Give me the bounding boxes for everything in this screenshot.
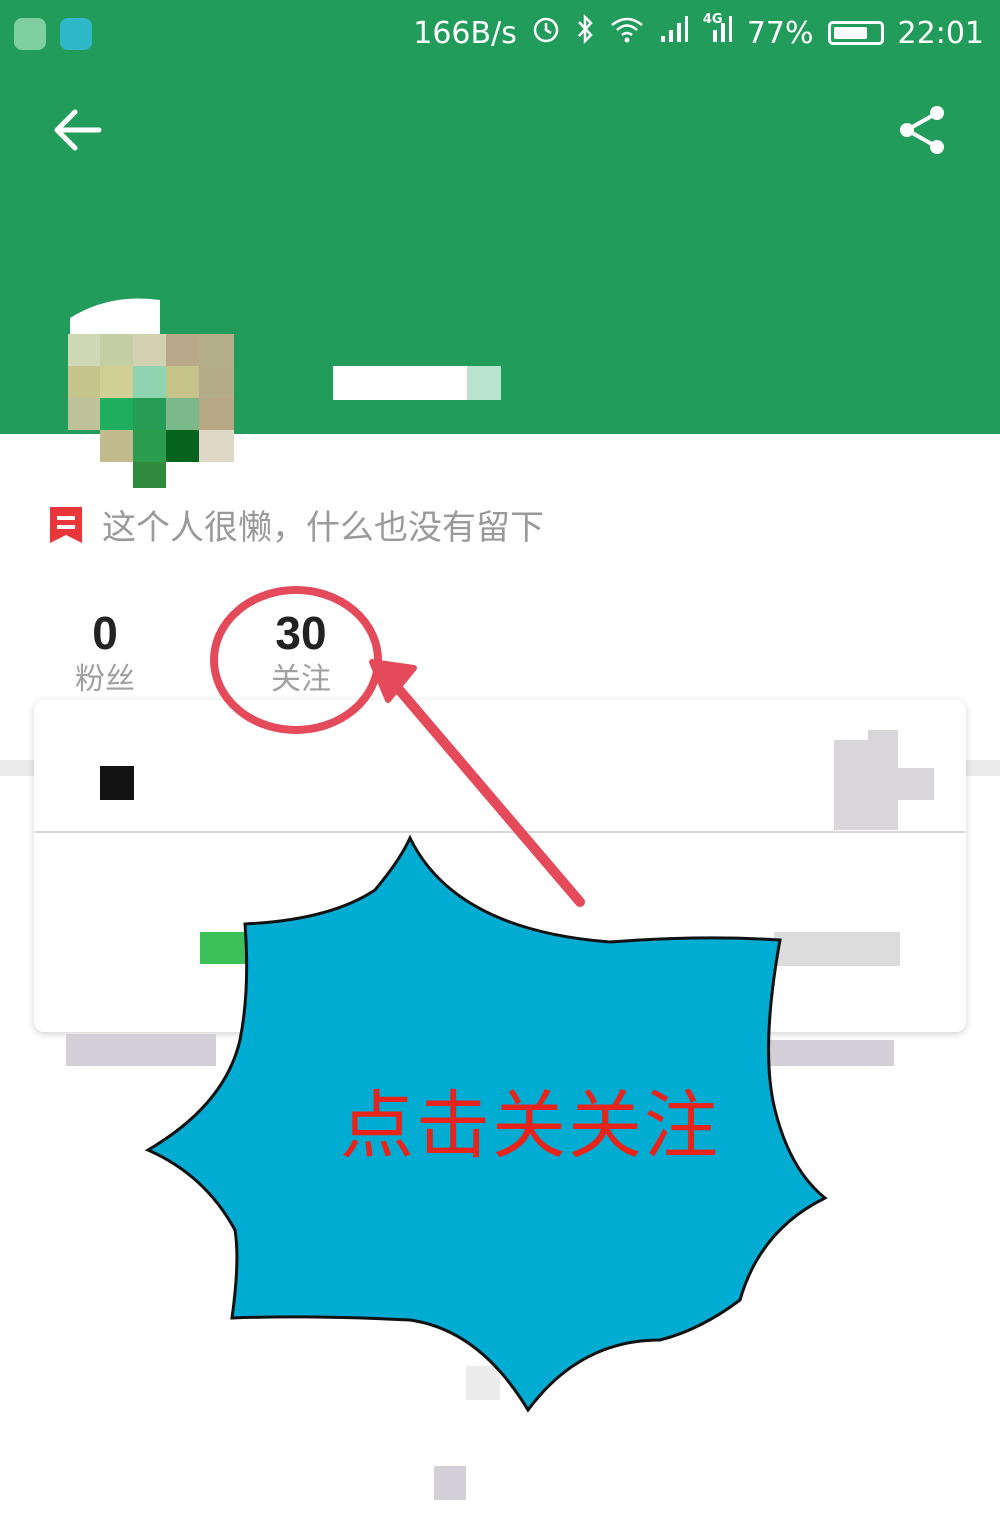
battery-icon (827, 21, 884, 45)
redacted-block (834, 740, 868, 830)
4g-signal-icon: 4G (702, 12, 733, 52)
avatar[interactable] (50, 298, 234, 488)
followers-stat[interactable]: 0 粉丝 (70, 606, 140, 700)
card-icon (100, 766, 134, 800)
redacted-block (868, 730, 898, 830)
redacted-block (434, 1466, 466, 1500)
username-redacted (333, 366, 501, 400)
arrow-left-icon (54, 109, 102, 151)
card-divider (34, 831, 966, 833)
content-card[interactable] (34, 700, 966, 1032)
signal-type-label: 4G (702, 12, 723, 27)
following-stat[interactable]: 30 关注 (262, 606, 340, 700)
bio-text: 这个人很懒，什么也没有留下 (102, 508, 544, 548)
redacted-block (774, 932, 900, 966)
card-green-tag (200, 932, 252, 964)
alarm-icon (531, 14, 561, 52)
redacted-row (66, 1034, 216, 1066)
background-strip (0, 760, 34, 776)
following-label: 关注 (271, 662, 331, 697)
share-button[interactable] (892, 100, 952, 160)
avatar-image (68, 298, 234, 488)
signal-icon (659, 14, 689, 52)
background-strip (966, 760, 1000, 776)
qq-icon (60, 18, 92, 50)
share-icon (900, 106, 944, 154)
back-button[interactable] (48, 100, 108, 160)
followers-count: 0 (92, 607, 118, 659)
callout-text: 点击关关注 (340, 1083, 720, 1169)
followers-label: 粉丝 (75, 662, 135, 697)
following-count: 30 (275, 607, 327, 659)
network-speed: 166B/s (413, 15, 517, 51)
app-notification-icon (14, 18, 46, 50)
redacted-row (770, 1040, 894, 1066)
battery-percent: 77% (746, 15, 814, 51)
wifi-icon (609, 15, 645, 51)
bookmark-icon (50, 506, 82, 543)
clock: 22:01 (897, 15, 984, 51)
redacted-block (466, 1366, 500, 1400)
bio-row: 这个人很懒，什么也没有留下 (48, 500, 544, 549)
status-bar: 166B/s 4G 77% 22:01 (0, 0, 1000, 72)
redacted-block (898, 768, 934, 800)
bluetooth-icon (575, 13, 595, 52)
